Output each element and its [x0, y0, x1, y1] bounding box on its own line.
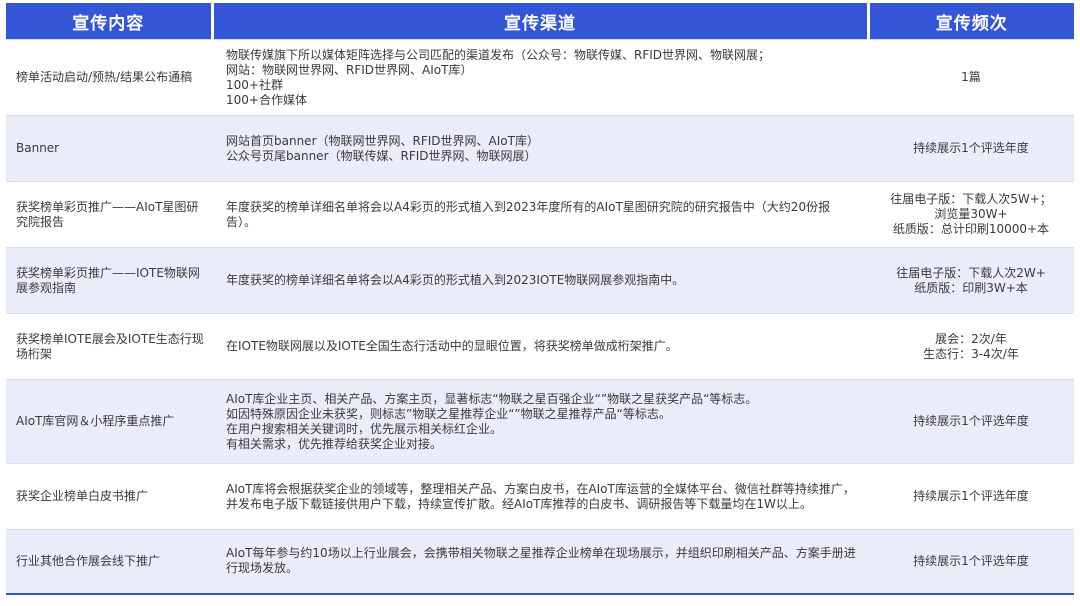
- table-row: Banner 网站首页banner（物联网世界网、RFID世界网、AIoT库） …: [6, 115, 1074, 182]
- frequency-line: 纸质版：总计印刷10000+本: [892, 222, 1050, 236]
- channel-line: 物联传媒旗下所以媒体矩阵选择与公司匹配的渠道发布（公众号：物联传媒、RFID世界…: [226, 47, 771, 62]
- row-frequency: 展会：2次/年 生态行：3-4次/年: [868, 313, 1074, 380]
- table-row: 榜单活动启动/预热/结果公布通稿 物联传媒旗下所以媒体矩阵选择与公司匹配的渠道发…: [6, 39, 1074, 116]
- frequency-line: 往届电子版：下载人次5W+；: [890, 192, 1052, 206]
- row-channel: 在IOTE物联网展以及IOTE全国生态行活动中的显眼位置，将获奖榜单做成桁架推广…: [212, 313, 868, 380]
- frequency-line: 往届电子版：下载人次2W+: [896, 265, 1046, 280]
- channel-line: 如因特殊原因企业未获奖，则标志”物联之星推荐企业“”物联之星推荐产品“等标志。: [226, 406, 671, 421]
- table-row: AIoT库官网＆小程序重点推广 AIoT库企业主页、相关产品、方案主页，显著标志…: [6, 379, 1074, 464]
- promotion-table: 宣传内容 宣传渠道 宣传频次 榜单活动启动/预热/结果公布通稿 物联传媒旗下所以…: [6, 3, 1074, 595]
- page: 宣传内容 宣传渠道 宣传频次 榜单活动启动/预热/结果公布通稿 物联传媒旗下所以…: [0, 0, 1080, 606]
- channel-line: 在用户搜索相关关键词时，优先展示相关标红企业。: [226, 421, 503, 436]
- row-frequency: 持续展示1个评选年度: [868, 115, 1074, 182]
- header-channel: 宣传渠道: [210, 3, 868, 40]
- table-row: 获奖榜单彩页推广——IOTE物联网展参观指南 年度获奖的榜单详细名单将会以A4彩…: [6, 247, 1074, 314]
- row-content: 获奖企业榜单白皮书推广: [6, 463, 212, 530]
- channel-line: 年度获奖的榜单详细名单将会以A4彩页的形式植入到2023IOTE物联网展参观指南…: [226, 273, 685, 287]
- row-content: AIoT库官网＆小程序重点推广: [6, 379, 212, 464]
- frequency-line: 持续展示1个评选年度: [913, 489, 1029, 503]
- row-frequency: 往届电子版：下载人次2W+ 纸质版：印刷3W+本: [868, 247, 1074, 314]
- channel-line: AIoT每年参与约10场以上行业展会，会携带相关物联之星推荐企业榜单在现场展示，…: [226, 546, 856, 576]
- row-content: 获奖榜单彩页推广——AIoT星图研究院报告: [6, 181, 212, 248]
- channel-line: 年度获奖的榜单详细名单将会以A4彩页的形式植入到2023年度所有的AIoT星图研…: [226, 199, 831, 229]
- channel-line: AIoT库企业主页、相关产品、方案主页，显著标志“物联之星百强企业“”物联之星获…: [226, 391, 758, 406]
- row-frequency: 1篇: [868, 39, 1074, 116]
- frequency-line: 纸质版：印刷3W+本: [914, 280, 1028, 295]
- channel-line: 网站：物联网世界网、RFID世界网、AIoT库）: [226, 62, 473, 77]
- row-frequency: 持续展示1个评选年度: [868, 379, 1074, 464]
- row-frequency: 持续展示1个评选年度: [868, 463, 1074, 530]
- row-content: 行业其他合作展会线下推广: [6, 529, 212, 595]
- channel-line: AIoT库将会根据获奖企业的领域等，整理相关产品、方案白皮书，在AIoT库运营的…: [226, 481, 855, 511]
- row-content: 榜单活动启动/预热/结果公布通稿: [6, 39, 212, 116]
- channel-line: 100+社群: [226, 77, 283, 92]
- row-channel: 物联传媒旗下所以媒体矩阵选择与公司匹配的渠道发布（公众号：物联传媒、RFID世界…: [212, 39, 868, 116]
- row-channel: AIoT库企业主页、相关产品、方案主页，显著标志“物联之星百强企业“”物联之星获…: [212, 379, 868, 464]
- row-channel: AIoT库将会根据获奖企业的领域等，整理相关产品、方案白皮书，在AIoT库运营的…: [212, 463, 868, 530]
- row-channel: AIoT每年参与约10场以上行业展会，会携带相关物联之星推荐企业榜单在现场展示，…: [212, 529, 868, 595]
- channel-line: 网站首页banner（物联网世界网、RFID世界网、AIoT库）: [226, 133, 539, 148]
- header-content: 宣传内容: [6, 3, 212, 40]
- table-row: 行业其他合作展会线下推广 AIoT每年参与约10场以上行业展会，会携带相关物联之…: [6, 529, 1074, 595]
- frequency-line: 1篇: [961, 70, 981, 84]
- frequency-line: 持续展示1个评选年度: [913, 141, 1029, 155]
- table-header: 宣传内容 宣传渠道 宣传频次: [6, 3, 1074, 40]
- table-row: 获奖榜单彩页推广——AIoT星图研究院报告 年度获奖的榜单详细名单将会以A4彩页…: [6, 181, 1074, 248]
- frequency-line: 持续展示1个评选年度: [913, 414, 1029, 428]
- header-frequency: 宣传频次: [866, 3, 1074, 40]
- row-content: Banner: [6, 115, 212, 182]
- row-content: 获奖榜单IOTE展会及IOTE生态行现场桁架: [6, 313, 212, 380]
- channel-line: 有相关需求，优先推荐给获奖企业对接。: [226, 436, 443, 451]
- channel-line: 公众号页尾banner（物联传媒、RFID世界网、物联网展）: [226, 148, 537, 163]
- frequency-line: 展会：2次/年: [935, 331, 1007, 346]
- row-frequency: 往届电子版：下载人次5W+； 浏览量30W+ 纸质版：总计印刷10000+本: [868, 181, 1074, 248]
- row-frequency: 持续展示1个评选年度: [868, 529, 1074, 595]
- frequency-line: 浏览量30W+: [934, 207, 1008, 221]
- channel-line: 100+合作媒体: [226, 92, 307, 107]
- frequency-line: 持续展示1个评选年度: [913, 553, 1029, 568]
- row-content: 获奖榜单彩页推广——IOTE物联网展参观指南: [6, 247, 212, 314]
- row-channel: 网站首页banner（物联网世界网、RFID世界网、AIoT库） 公众号页尾ba…: [212, 115, 868, 182]
- table-row: 获奖企业榜单白皮书推广 AIoT库将会根据获奖企业的领域等，整理相关产品、方案白…: [6, 463, 1074, 530]
- row-channel: 年度获奖的榜单详细名单将会以A4彩页的形式植入到2023IOTE物联网展参观指南…: [212, 247, 868, 314]
- table-row: 获奖榜单IOTE展会及IOTE生态行现场桁架 在IOTE物联网展以及IOTE全国…: [6, 313, 1074, 380]
- frequency-line: 生态行：3-4次/年: [923, 346, 1019, 361]
- row-channel: 年度获奖的榜单详细名单将会以A4彩页的形式植入到2023年度所有的AIoT星图研…: [212, 181, 868, 248]
- channel-line: 在IOTE物联网展以及IOTE全国生态行活动中的显眼位置，将获奖榜单做成桁架推广…: [226, 339, 678, 353]
